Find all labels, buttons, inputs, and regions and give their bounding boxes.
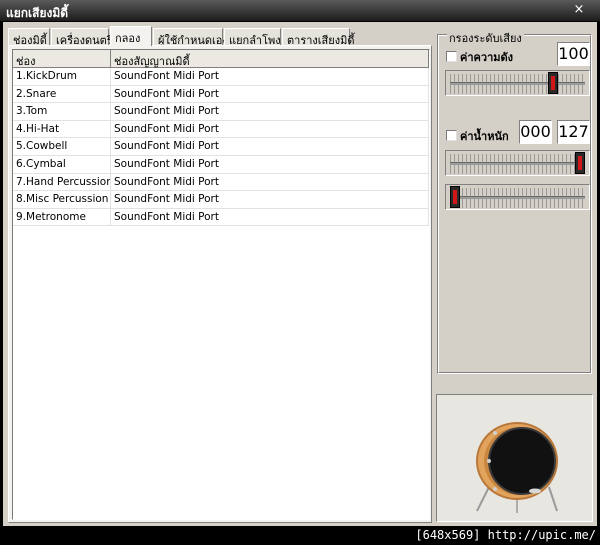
midi-port-cell[interactable]: SoundFont Midi Port — [111, 120, 429, 138]
list-row[interactable]: 8.Misc Percussion SoundFont Midi Port — [13, 191, 429, 209]
midi-port-cell[interactable]: SoundFont Midi Port — [111, 191, 429, 209]
column-header-midi-port[interactable]: ช่องสัญญาณมิดี้ — [111, 50, 429, 68]
column-header-channel[interactable]: ช่อง — [13, 50, 111, 68]
midi-port-cell[interactable]: SoundFont Midi Port — [111, 103, 429, 121]
list-rows: 1.KickDrum SoundFont Midi Port 2.Snare S… — [13, 68, 429, 227]
channel-cell: 9.Metronome — [13, 208, 111, 226]
list-row[interactable]: 9.Metronome SoundFont Midi Port — [13, 208, 429, 227]
channel-cell: 1.KickDrum — [13, 68, 111, 85]
watermark-text: [648x569] http://upic.me/ — [415, 528, 596, 542]
channel-cell: 4.Hi-Hat — [13, 120, 111, 138]
list-row[interactable]: 2.Snare SoundFont Midi Port — [13, 85, 429, 104]
drum-image-panel — [436, 394, 593, 522]
weight-min-field[interactable]: 000 — [519, 120, 552, 144]
title-bar[interactable]: แยกเสียงมิดี้ × — [0, 0, 600, 22]
list-header: ช่อง ช่องสัญญาณมิดี้ — [13, 50, 429, 68]
midi-port-cell[interactable]: SoundFont Midi Port — [111, 173, 429, 191]
volume-slider[interactable] — [445, 70, 590, 96]
list-row[interactable]: 3.Tom SoundFont Midi Port — [13, 103, 429, 121]
close-button[interactable]: × — [572, 3, 586, 17]
tab-midi-sound-table[interactable]: ตารางเสียงมิดี้ — [282, 28, 354, 47]
midi-port-cell[interactable]: SoundFont Midi Port — [111, 68, 429, 85]
midi-port-cell[interactable]: SoundFont Midi Port — [111, 155, 429, 173]
channel-cell: 8.Misc Percussion — [13, 191, 111, 209]
weight-max-field[interactable]: 127 — [557, 120, 590, 144]
drum-channel-list[interactable]: ช่อง ช่องสัญญาณมิดี้ 1.KickDrum SoundFon… — [12, 49, 430, 520]
status-bar: [648x569] http://upic.me/ — [0, 526, 600, 545]
volume-label: ค่าความดัง — [460, 51, 514, 64]
volume-slider-thumb[interactable] — [547, 72, 558, 94]
list-row[interactable]: 7.Hand Percussion SoundFont Midi Port — [13, 173, 429, 192]
channel-cell: 2.Snare — [13, 85, 111, 103]
client-area: ช่องมิดี้ เครื่องดนตรี กลอง ผู้ใช้กำหนดเ… — [3, 22, 597, 526]
tab-speaker-split[interactable]: แยกลำโพง — [224, 28, 281, 47]
channel-cell: 7.Hand Percussion — [13, 173, 111, 191]
weight-min-slider-thumb[interactable] — [450, 186, 460, 208]
tab-user-defined[interactable]: ผู้ใช้กำหนดเอง — [153, 28, 228, 47]
weight-max-slider[interactable] — [445, 150, 590, 176]
list-row[interactable]: 5.Cowbell SoundFont Midi Port — [13, 138, 429, 156]
midi-port-cell[interactable]: SoundFont Midi Port — [111, 85, 429, 103]
weight-checkbox[interactable] — [446, 130, 457, 141]
weight-max-slider-thumb[interactable] — [575, 152, 585, 174]
channel-cell: 6.Cymbal — [13, 155, 111, 173]
app-window: แยกเสียงมิดี้ × ช่องมิดี้ เครื่องดนตรี ก… — [0, 0, 600, 545]
velocity-filter-group: กรองระดับเสียง ค่าความดัง 100 ค่าน้ำหนัก… — [437, 29, 592, 374]
volume-checkbox[interactable] — [446, 51, 457, 62]
weight-min-slider[interactable] — [445, 184, 590, 210]
midi-port-cell[interactable]: SoundFont Midi Port — [111, 138, 429, 156]
list-row[interactable]: 1.KickDrum SoundFont Midi Port — [13, 68, 429, 86]
close-icon: × — [573, 2, 585, 17]
drums-tab-panel: ช่อง ช่องสัญญาณมิดี้ 1.KickDrum SoundFon… — [8, 45, 432, 523]
tab-midi-channel[interactable]: ช่องมิดี้ — [8, 28, 50, 47]
tab-drums[interactable]: กลอง — [110, 26, 152, 46]
tab-instrument[interactable]: เครื่องดนตรี — [51, 28, 113, 47]
group-title: กรองระดับเสียง — [447, 29, 524, 47]
channel-cell: 5.Cowbell — [13, 138, 111, 156]
weight-label: ค่าน้ำหนัก — [460, 130, 509, 143]
right-panel: กรองระดับเสียง ค่าความดัง 100 ค่าน้ำหนัก… — [435, 26, 594, 523]
window-title: แยกเสียงมิดี้ — [6, 6, 69, 20]
list-row[interactable]: 4.Hi-Hat SoundFont Midi Port — [13, 120, 429, 139]
volume-value-field[interactable]: 100 — [557, 42, 590, 66]
bass-drum-icon — [476, 422, 558, 513]
list-row[interactable]: 6.Cymbal SoundFont Midi Port — [13, 155, 429, 174]
channel-cell: 3.Tom — [13, 103, 111, 121]
midi-port-cell[interactable]: SoundFont Midi Port — [111, 208, 429, 226]
